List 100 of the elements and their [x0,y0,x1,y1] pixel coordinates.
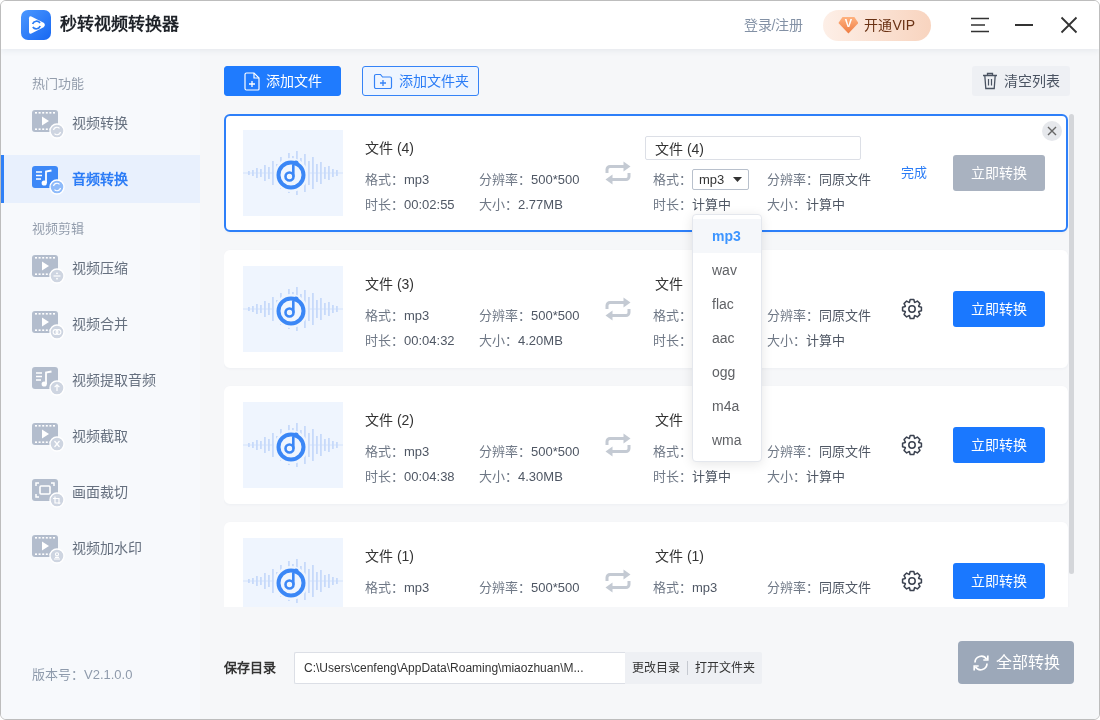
output-file-name: 文件 [655,275,683,294]
settings-icon[interactable] [901,570,923,592]
field-label: 分辨率： [479,171,531,188]
change-folder-button[interactable]: 更改目录 [625,652,687,684]
section-title: 视频剪辑 [31,220,85,238]
field-label: 大小： [479,332,518,349]
field-label: 大小： [479,468,518,485]
login-link[interactable]: 登录/注册 [743,14,804,36]
trash-icon [982,72,998,90]
field-label: 时长： [365,468,404,485]
file-name: 文件 (3) [365,275,414,294]
film-convert-icon [32,107,65,139]
field-value: 2.77MB [518,196,563,213]
film-compress-icon [32,252,65,284]
field-label: 分辨率： [767,171,819,188]
field-label: 格式： [365,443,404,460]
field-label: 大小： [767,332,806,349]
caret-icon [733,177,743,182]
dropdown-option[interactable]: aac [693,321,761,355]
field-value: 00:02:55 [404,196,455,213]
folder-plus-icon [372,72,393,90]
field-value: 计算中 [692,468,731,485]
field-value: 4.30MB [518,468,563,485]
field-label: 格式： [365,579,404,596]
field-label: 分辨率： [767,307,819,324]
field-label: 时长： [365,332,404,349]
field-value: mp3 [404,171,430,188]
file-name: 文件 (2) [365,411,414,430]
app-logo-icon [21,10,51,40]
field-label: 分辨率： [479,307,531,324]
section-title: 热门功能 [31,75,85,93]
vip-button[interactable]: V 开通VIP [823,9,931,41]
field-label: 时长： [653,332,692,349]
open-folder-button[interactable]: 打开文件夹 [688,652,762,684]
minimize-icon[interactable] [1014,23,1034,27]
field-value: 500*500 [531,307,580,324]
done-link[interactable]: 完成 [901,163,927,183]
crop-frame-icon [32,476,65,508]
file-name: 文件 (4) [365,139,414,158]
sidebar-item[interactable]: 画面裁切 [1,468,200,516]
file-plus-icon [243,71,260,91]
field-label: 分辨率： [479,579,531,596]
sidebar-item[interactable]: 视频转换 [1,99,200,147]
add-file-button[interactable]: 添加文件 [224,66,341,96]
dropdown-option[interactable]: ogg [693,355,761,389]
field-label: 格式： [653,579,692,596]
sidebar-item[interactable]: 视频提取音频 [1,356,200,404]
settings-icon[interactable] [901,298,923,320]
format-select[interactable]: mp3 [692,169,750,190]
save-folder-label: 保存目录 [224,659,276,678]
menu-icon[interactable] [970,17,990,33]
field-label: 时长： [653,468,692,485]
field-value: 500*500 [531,443,580,460]
field-label: 大小： [767,196,806,213]
dropdown-option[interactable]: wma [693,423,761,457]
field-label: 时长： [365,196,404,213]
output-name-field[interactable]: 文件 (4) [645,136,861,160]
field-value: 同原文件 [819,171,871,188]
file-name: 文件 (1) [365,547,414,566]
field-value: 00:04:38 [404,468,455,485]
refresh-icon [972,653,990,672]
dropdown-option[interactable]: mp3 [693,219,761,253]
field-value: 计算中 [806,468,845,485]
field-value: 500*500 [531,579,580,596]
add-folder-button[interactable]: 添加文件夹 [362,66,479,96]
sidebar-item[interactable]: 视频截取 [1,412,200,460]
sidebar-item[interactable]: 视频加水印 [1,524,200,572]
convert-button[interactable]: 立即转换 [953,291,1045,327]
field-label: 时长： [653,196,692,213]
convert-button[interactable]: 立即转换 [953,427,1045,463]
close-icon [1047,126,1057,136]
save-path-field[interactable]: C:\Users\cenfeng\AppData\Roaming\miaozhuan\M... [294,652,625,684]
field-value: mp3 [404,443,430,460]
clear-list-button[interactable]: 清空列表 [972,66,1070,96]
music-convert-icon [32,163,65,195]
dropdown-option[interactable]: flac [693,287,761,321]
app-title: 秒转视频转换器 [60,13,179,37]
field-label: 大小： [479,196,518,213]
convert-button[interactable]: 立即转换 [953,563,1045,599]
field-value: 4.20MB [518,332,563,349]
close-icon[interactable] [1060,16,1078,34]
remove-button[interactable] [1042,121,1062,141]
music-upload-icon [32,364,65,396]
dropdown-option[interactable]: m4a [693,389,761,423]
output-file-name: 文件 (1) [655,547,704,566]
field-value: 同原文件 [819,307,871,324]
sidebar-item[interactable]: 音频转换 [1,155,200,203]
settings-icon[interactable] [901,434,923,456]
sidebar-item[interactable]: 视频压缩 [1,244,200,292]
field-value: mp3 [692,579,718,596]
scrollbar-thumb[interactable] [1069,114,1074,574]
dropdown-option[interactable]: wav [693,253,761,287]
field-value: 计算中 [806,332,845,349]
field-label: 分辨率： [767,443,819,460]
sidebar-item[interactable]: 视频合并 [1,300,200,348]
field-value: 同原文件 [819,443,871,460]
film-scissors-icon [32,420,65,452]
field-value: mp3 [404,579,430,596]
field-label: 大小： [767,468,806,485]
version-label: 版本号：V2.1.0.0 [31,666,133,684]
